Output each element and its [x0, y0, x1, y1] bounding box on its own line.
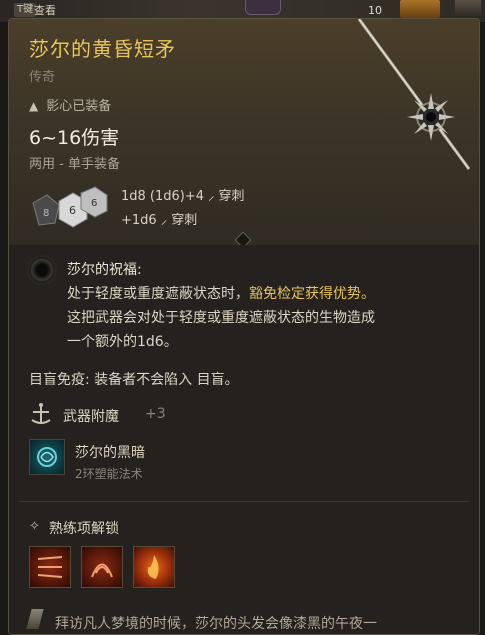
proficiency-action-slot[interactable]: [29, 546, 71, 588]
pierce-icon: ⸝: [208, 189, 215, 204]
blessing-icon: [29, 257, 55, 283]
tooltip-body: [9, 245, 479, 634]
spell-glyph: [37, 447, 57, 467]
damage-value: 6~16伤害: [29, 127, 120, 149]
dice-icon: 8 6 6: [32, 186, 108, 228]
pierce-icon: ⸝: [160, 213, 168, 228]
spell-name[interactable]: 莎尔的黑暗: [75, 442, 145, 462]
blessing-line: 处于轻度或重度遮蔽状态时，豁免检定获得优势。: [67, 283, 375, 303]
warning-icon: ▲: [29, 99, 39, 113]
handedness: 两用 - 单手装备: [29, 157, 120, 172]
gold-item-slot[interactable]: [400, 0, 440, 18]
key-action-label[interactable]: 查看: [34, 2, 56, 18]
blessing-title: 莎尔的祝福:: [67, 262, 142, 278]
spell-icon[interactable]: [29, 439, 65, 475]
slash-icon: [37, 556, 63, 578]
proficiency-icon: ✧: [29, 519, 40, 534]
item-slot[interactable]: [455, 0, 481, 18]
blessing-highlight: 豁免检定获得优势。: [249, 286, 375, 302]
blind-immunity: 目盲免疫: 装备者不会陷入 目盲。: [29, 372, 239, 388]
die-face: 8: [43, 208, 49, 219]
flavor-text: 拜访凡人梦境的时候，莎尔的头发会像漆黑的午夜一: [55, 616, 377, 632]
item-name: 莎尔的黄昏短矛: [29, 37, 176, 61]
enchantment-value: +3: [145, 406, 166, 422]
item-tooltip: 莎尔的黄昏短矛 传奇 ▲ 影心已装备 6~16伤害 两用 - 单手装备 8 6 6…: [8, 18, 480, 635]
damage-roll: +1d6 ⸝ 穿刺: [121, 209, 197, 228]
damage-type: 穿刺: [171, 213, 198, 228]
equipped-note: ▲ 影心已装备: [29, 95, 111, 114]
enchantment-label: 武器附魔: [63, 409, 119, 425]
proficiency-action-slot[interactable]: [133, 546, 175, 588]
die-face: 6: [91, 198, 97, 209]
damage-dice: +1d6: [121, 213, 157, 228]
damage-dice: 1d8 (1d6)+4: [121, 189, 205, 204]
damage-roll: 1d8 (1d6)+4 ⸝ 穿刺: [121, 185, 245, 204]
divider: [19, 501, 469, 502]
fire-icon: [147, 555, 159, 579]
blessing-line: 这把武器会对处于轻度或重度遮蔽状态的生物造成: [67, 310, 375, 326]
portrait-thumbnail[interactable]: [245, 0, 281, 15]
enchant-icon: [31, 403, 51, 424]
lacerate-icon: [91, 563, 113, 578]
die-face: 6: [69, 204, 76, 217]
equipped-text: 影心已装备: [46, 99, 112, 114]
item-rarity: 传奇: [29, 70, 56, 85]
proficiency-label: 熟练项解锁: [49, 521, 119, 537]
proficiency-action-slot[interactable]: [81, 546, 123, 588]
item-count: 10: [368, 4, 382, 17]
spell-level: 2环塑能法术: [75, 467, 143, 481]
tooltip-header: 莎尔的黄昏短矛 传奇 ▲ 影心已装备 6~16伤害 两用 - 单手装备 8 6 6…: [9, 19, 479, 245]
damage-type: 穿刺: [218, 189, 245, 204]
key-hint: T键: [14, 3, 37, 17]
blessing-line: 一个额外的1d6。: [67, 334, 178, 350]
blessing-text: 处于轻度或重度遮蔽状态时，: [67, 286, 249, 302]
spear-image: [357, 19, 471, 170]
